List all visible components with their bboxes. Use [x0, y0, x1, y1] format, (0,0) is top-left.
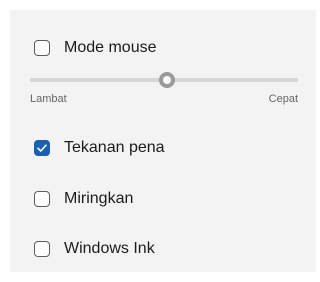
- speed-max-label: Cepat: [268, 93, 298, 105]
- tilt-checkbox-row[interactable]: Miringkan: [34, 188, 133, 210]
- tilt-label: Miringkan: [64, 190, 134, 207]
- pen-settings-panel: Mode mouse Lambat Cepat Tekanan pena Mir…: [10, 10, 316, 272]
- speed-slider-thumb[interactable]: [158, 72, 175, 88]
- windows-ink-checkbox-row[interactable]: Windows Ink: [34, 238, 155, 260]
- mouse-mode-checkbox[interactable]: [34, 40, 50, 56]
- pen-pressure-checkbox-row[interactable]: Tekanan pena: [34, 137, 165, 159]
- pen-pressure-checkbox[interactable]: [34, 140, 50, 156]
- windows-ink-label: Windows Ink: [64, 240, 155, 257]
- pen-pressure-label: Tekanan pena: [64, 139, 165, 156]
- mouse-mode-checkbox-row[interactable]: Mode mouse: [34, 37, 157, 59]
- speed-min-label: Lambat: [30, 93, 67, 105]
- mouse-mode-label: Mode mouse: [64, 39, 157, 56]
- windows-ink-checkbox[interactable]: [34, 241, 50, 257]
- speed-slider[interactable]: [30, 72, 298, 88]
- tilt-checkbox[interactable]: [34, 191, 50, 207]
- checkmark-icon: [37, 144, 47, 152]
